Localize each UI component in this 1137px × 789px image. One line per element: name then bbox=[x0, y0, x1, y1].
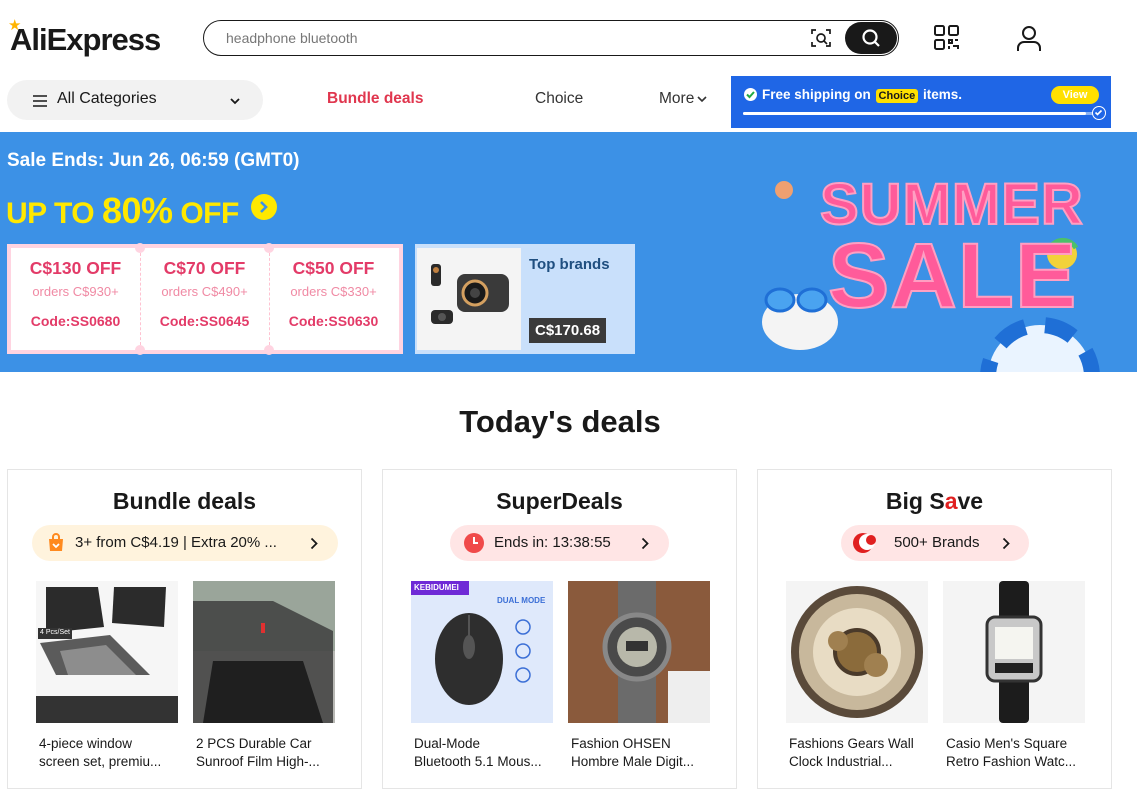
choice-badge: Choice bbox=[875, 89, 919, 103]
product-image: KEBIDUMEI DUAL MODE bbox=[411, 581, 553, 723]
logo-text: AliExpress bbox=[10, 22, 161, 57]
product-image bbox=[193, 581, 335, 723]
mode-label: DUAL MODE bbox=[497, 596, 546, 605]
account-icon[interactable] bbox=[1015, 24, 1043, 52]
chevron-right-icon bbox=[310, 537, 318, 555]
search-icon bbox=[862, 29, 880, 47]
product-badge: 4 Pcs/Set bbox=[38, 628, 72, 637]
product-card[interactable]: Fashion OHSEN Hombre Male Digit... bbox=[568, 581, 710, 771]
big-save-logo-icon bbox=[851, 531, 883, 560]
product-image: 4 Pcs/Set bbox=[36, 581, 178, 723]
clock-icon bbox=[463, 532, 485, 559]
pill-text: 500+ Brands bbox=[894, 534, 980, 551]
progress-check-icon bbox=[1092, 106, 1106, 120]
shopping-bag-icon bbox=[46, 533, 66, 558]
product-card[interactable]: 2 PCS Durable Car Sunroof Film High-... bbox=[193, 581, 335, 771]
product-card[interactable]: Fashions Gears Wall Clock Industrial... bbox=[786, 581, 928, 771]
menu-icon bbox=[33, 94, 47, 107]
discount-percent: 80% bbox=[101, 190, 173, 231]
product-card[interactable]: Casio Men's Square Retro Fashion Watc... bbox=[943, 581, 1085, 771]
brand-price: C$170.68 bbox=[529, 318, 607, 343]
top-brands-title: Top brands bbox=[529, 256, 610, 273]
product-name: Casio Men's Square Retro Fashion Watc... bbox=[946, 736, 1077, 769]
shipping-progress-bar bbox=[743, 112, 1097, 115]
product-name: 4-piece window screen set, premiu... bbox=[39, 736, 162, 769]
free-shipping-banner[interactable]: Free shipping on Choice items. View bbox=[731, 76, 1111, 128]
coupon-notch bbox=[264, 243, 274, 253]
coupon-notch bbox=[135, 345, 145, 355]
free-shipping-text: Free shipping on Choice items. bbox=[762, 87, 963, 103]
all-categories-button[interactable]: All Categories bbox=[7, 80, 263, 120]
product-image bbox=[943, 581, 1085, 723]
todays-deals-heading: Today's deals bbox=[459, 404, 661, 439]
top-brands-tile[interactable]: Top brands C$170.68 bbox=[415, 244, 635, 354]
brands-pill[interactable]: 500+ Brands bbox=[841, 525, 1029, 561]
product-image bbox=[786, 581, 928, 723]
search-button[interactable] bbox=[845, 22, 897, 54]
chevron-down-icon bbox=[697, 96, 707, 103]
qr-code-icon[interactable] bbox=[933, 24, 960, 51]
search-bar bbox=[203, 20, 899, 56]
product-name: Dual-Mode Bluetooth 5.1 Mous... bbox=[414, 736, 542, 769]
sale-ends-text: Sale Ends: Jun 26, 06:59 (GMT0) bbox=[7, 150, 300, 171]
chevron-right-icon bbox=[1002, 537, 1010, 555]
pill-text: Ends in: 13:38:55 bbox=[494, 534, 611, 551]
logo-star-icon: ★ bbox=[8, 17, 21, 34]
big-save-card[interactable]: Big Save 500+ Brands Fashions Gears Wall… bbox=[757, 469, 1112, 789]
dashcam-image bbox=[417, 248, 521, 350]
coupon-notch bbox=[264, 345, 274, 355]
pill-text: 3+ from C$4.19 | Extra 20% ... bbox=[75, 534, 277, 551]
product-name: Fashions Gears Wall Clock Industrial... bbox=[789, 736, 914, 769]
coupon[interactable]: C$70 OFF orders C$490+ Code:SS0645 bbox=[140, 248, 269, 350]
aliexpress-logo[interactable]: ★ AliExpress bbox=[8, 17, 161, 58]
product-name: Fashion OHSEN Hombre Male Digit... bbox=[571, 736, 695, 769]
product-card[interactable]: 4 Pcs/Set 4-piece window screen set, prem… bbox=[36, 581, 178, 771]
shipping-progress-fill bbox=[743, 112, 1087, 115]
product-image bbox=[568, 581, 710, 723]
countdown-pill[interactable]: Ends in: 13:38:55 bbox=[450, 525, 669, 561]
coupon-strip: C$130 OFF orders C$930+ Code:SS0680 C$70… bbox=[7, 243, 403, 355]
chevron-down-icon bbox=[229, 94, 241, 112]
nav-choice[interactable]: Choice bbox=[535, 90, 583, 108]
image-search-icon[interactable] bbox=[810, 27, 832, 49]
card-title: Big Save bbox=[885, 488, 984, 514]
coupon-notch bbox=[135, 243, 145, 253]
coupon[interactable]: C$50 OFF orders C$330+ Code:SS0630 bbox=[269, 248, 398, 350]
brand-label: KEBIDUMEI bbox=[414, 583, 459, 592]
coupon[interactable]: C$130 OFF orders C$930+ Code:SS0680 bbox=[11, 248, 140, 350]
all-categories-label: All Categories bbox=[57, 90, 157, 107]
header: ★ AliExpress bbox=[0, 0, 1137, 76]
view-button[interactable]: View bbox=[1051, 86, 1099, 104]
summer-sale-title: SUMMER SALE bbox=[819, 172, 1084, 327]
nav-bundle-deals[interactable]: Bundle deals bbox=[327, 90, 423, 108]
discount-headline[interactable]: UP TO 80% OFF bbox=[6, 190, 277, 232]
nav-more-label: More bbox=[659, 90, 695, 107]
superdeals-card[interactable]: SuperDeals Ends in: 13:38:55 KEBIDUMEI D… bbox=[382, 469, 737, 789]
card-title: Bundle deals bbox=[112, 488, 257, 514]
arrow-right-icon bbox=[250, 194, 277, 220]
summer-sale-banner[interactable]: Sale Ends: Jun 26, 06:59 (GMT0) UP TO 80… bbox=[0, 132, 1137, 372]
product-card[interactable]: KEBIDUMEI DUAL MODE Dual-Mode Bluetooth 5… bbox=[411, 581, 553, 771]
product-name: 2 PCS Durable Car Sunroof Film High-... bbox=[196, 736, 320, 769]
card-title: SuperDeals bbox=[496, 488, 623, 514]
chevron-right-icon bbox=[641, 537, 649, 555]
search-input[interactable] bbox=[226, 28, 786, 48]
bundle-pill[interactable]: 3+ from C$4.19 | Extra 20% ... bbox=[32, 525, 338, 561]
bundle-deals-card[interactable]: Bundle deals 3+ from C$4.19 | Extra 20% … bbox=[7, 469, 362, 789]
nav-more[interactable]: More bbox=[659, 90, 707, 108]
check-icon bbox=[744, 88, 757, 101]
